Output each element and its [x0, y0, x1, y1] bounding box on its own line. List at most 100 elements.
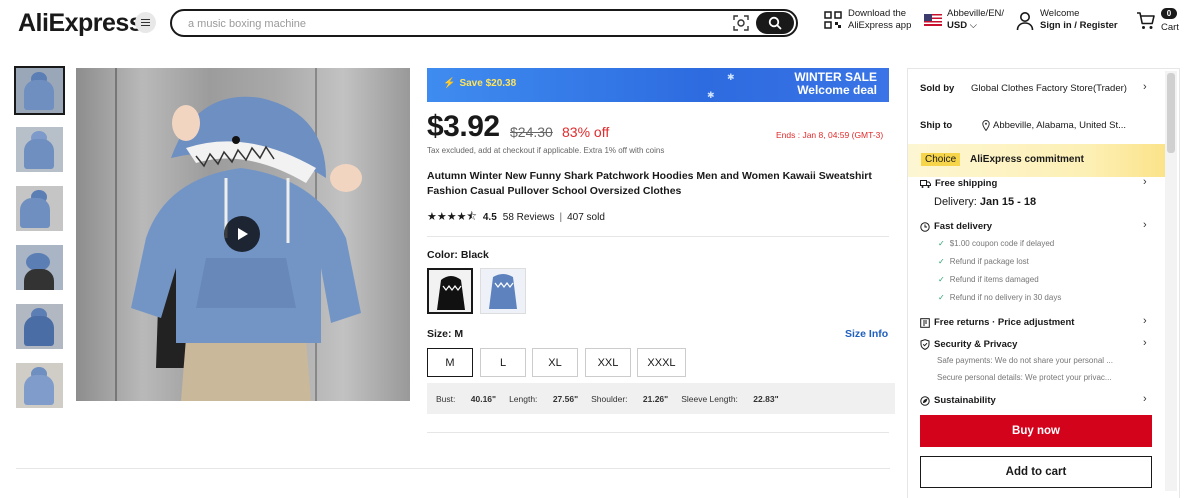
aliexpress-logo[interactable]: AliExpress — [18, 9, 143, 38]
store-name[interactable]: Global Clothes Factory Store(Trader) — [971, 83, 1127, 94]
cart-icon — [1137, 12, 1155, 29]
discount-percent: 83% off — [562, 124, 610, 140]
thumbnail-list — [14, 66, 65, 422]
snowflake-icon: ✱ — [707, 90, 715, 100]
chevron-right-icon[interactable]: › — [1143, 81, 1147, 93]
purchase-panel: Sold by Global Clothes Factory Store(Tra… — [907, 68, 1180, 498]
save-amount: ⚡ Save $20.38 — [443, 78, 516, 89]
thumbnail-4[interactable] — [16, 245, 63, 290]
color-swatch-black[interactable] — [427, 268, 473, 314]
free-shipping-row[interactable]: Free shipping — [920, 178, 997, 189]
original-price: $24.30 — [510, 124, 553, 140]
return-box-icon — [920, 317, 930, 328]
chevron-right-icon[interactable]: › — [1143, 393, 1147, 405]
fast-delivery-row[interactable]: Fast delivery — [920, 221, 992, 232]
chevron-right-icon[interactable]: › — [1143, 337, 1147, 349]
commitment-title: AliExpress commitment — [970, 154, 1084, 165]
save-text: Save $20.38 — [459, 78, 517, 89]
thumbnail-5[interactable] — [16, 304, 63, 349]
panel-scrollbar[interactable] — [1165, 71, 1177, 491]
security-title: Security & Privacy — [934, 339, 1018, 350]
check-icon: ✓ — [938, 275, 945, 284]
truck-icon — [920, 179, 931, 188]
size-option-xxxl[interactable]: XXXL — [637, 348, 686, 377]
thumbnail-1[interactable] — [14, 66, 65, 115]
search-icon — [768, 16, 782, 30]
search-input[interactable] — [188, 15, 708, 33]
check-icon: ✓ — [938, 257, 945, 266]
security-item: Secure personal details: We protect your… — [937, 373, 1112, 382]
add-to-cart-button[interactable]: Add to cart — [920, 456, 1152, 488]
blue-hoodie-thumb — [489, 274, 517, 309]
thumbnail-6[interactable] — [16, 363, 63, 408]
size-option-m[interactable]: M — [427, 348, 473, 377]
play-icon — [238, 228, 248, 240]
reviews-link[interactable]: 58 Reviews — [503, 212, 555, 223]
separator: | — [559, 212, 563, 223]
fast-delivery-item: ✓ $1.00 coupon code if delayed — [938, 239, 1055, 248]
account-link[interactable]: Welcome Sign in / Register — [1016, 8, 1126, 32]
download-line-1: Download the — [848, 8, 907, 19]
current-price: $3.92 — [427, 110, 500, 143]
free-returns-row[interactable]: Free returns · Price adjustment — [920, 317, 1074, 328]
play-video-button[interactable] — [224, 216, 260, 252]
divider — [427, 236, 889, 237]
shield-icon — [920, 339, 930, 350]
sign-in-register: Sign in / Register — [1040, 20, 1118, 31]
product-title: Autumn Winter New Funny Shark Patchwork … — [427, 170, 872, 197]
delivery-dates: Jan 15 - 18 — [979, 196, 1037, 208]
camera-search-icon[interactable] — [732, 14, 750, 32]
download-app-link[interactable]: Download the AliExpress app — [824, 8, 914, 32]
rating-row: ★★★★⯪ 4.5 58 Reviews | 407 sold — [427, 208, 605, 227]
main-product-image[interactable] — [76, 68, 410, 401]
shoulder-measure: Shoulder: 21.26" — [591, 393, 669, 404]
download-line-2: AliExpress app — [848, 20, 912, 31]
check-icon: ✓ — [938, 239, 945, 248]
rating-score: 4.5 — [482, 212, 497, 223]
tax-note: Tax excluded, add at checkout if applica… — [427, 146, 665, 155]
scrollbar-thumb[interactable] — [1167, 73, 1175, 153]
promo-banner[interactable]: ⚡ Save $20.38 ✱ ✱ WINTER SALE Welcome dea… — [427, 68, 889, 102]
cart-count-badge: 0 — [1161, 8, 1177, 19]
currency-label: USD — [947, 20, 968, 31]
size-option-xxl[interactable]: XXL — [585, 348, 631, 377]
ship-to-location[interactable]: Abbeville, Alabama, United St... — [993, 120, 1153, 131]
check-icon: ✓ — [938, 293, 945, 302]
clock-icon — [920, 221, 930, 232]
size-option-xl[interactable]: XL — [532, 348, 578, 377]
fast-delivery-item: ✓ Refund if items damaged — [938, 275, 1039, 284]
chevron-down-icon: ⌵ — [969, 20, 977, 31]
user-icon — [1016, 12, 1034, 31]
chevron-right-icon[interactable]: › — [1143, 219, 1147, 231]
buy-now-button[interactable]: Buy now — [920, 415, 1152, 447]
locale-selector[interactable]: Abbeville/EN/ USD ⌵ — [924, 8, 1009, 32]
menu-button[interactable] — [135, 12, 156, 33]
lightning-icon: ⚡ — [443, 78, 456, 89]
us-flag-icon — [924, 14, 942, 26]
fast-delivery-title: Fast delivery — [934, 221, 993, 232]
chevron-right-icon[interactable]: › — [1143, 315, 1147, 327]
free-returns-title: Free returns · Price adjustment — [934, 317, 1075, 328]
choice-commitment-bar: Choice AliExpress commitment — [908, 144, 1165, 177]
sustainability-row[interactable]: Sustainability — [920, 395, 996, 406]
search-button[interactable] — [756, 12, 794, 34]
fast-delivery-item: ✓ Refund if no delivery in 30 days — [938, 293, 1062, 302]
winter-sale-subtitle: Welcome deal — [797, 83, 877, 97]
chevron-right-icon[interactable]: › — [1143, 176, 1147, 188]
thumbnail-3[interactable] — [16, 186, 63, 231]
delivery-estimate: Delivery: Jan 15 - 18 — [934, 196, 1037, 208]
security-row[interactable]: Security & Privacy — [920, 339, 1017, 350]
cart-label: Cart — [1161, 22, 1179, 33]
black-hoodie-thumb — [437, 276, 465, 310]
size-info-link[interactable]: Size Info — [845, 328, 888, 340]
size-option-l[interactable]: L — [480, 348, 526, 377]
sale-end-time: Ends : Jan 8, 04:59 (GMT-3) — [776, 130, 884, 140]
snowflake-icon: ✱ — [727, 72, 735, 82]
color-label: Color: Black — [427, 249, 489, 261]
sold-count: 407 sold — [567, 212, 605, 223]
search-bar — [170, 9, 798, 37]
fast-delivery-item: ✓ Refund if package lost — [938, 257, 1029, 266]
thumbnail-2[interactable] — [16, 127, 63, 172]
color-swatch-blue[interactable] — [480, 268, 526, 314]
locale-line-1: Abbeville/EN/ — [947, 8, 1005, 19]
